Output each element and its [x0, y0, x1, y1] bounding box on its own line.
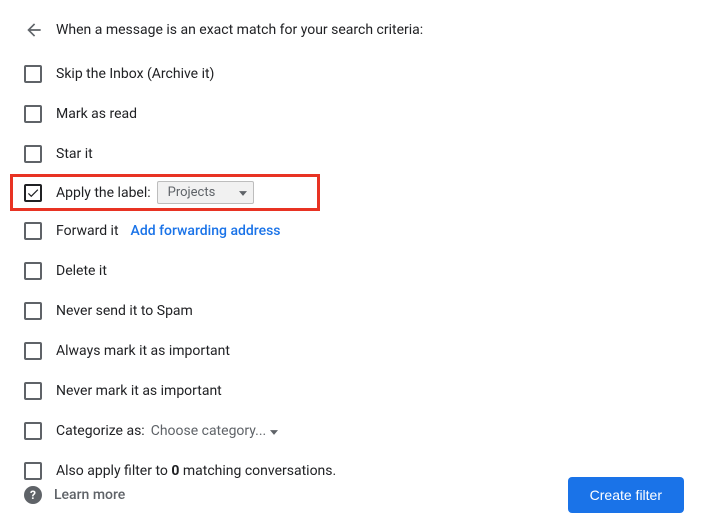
- label-delete: Delete it: [56, 263, 107, 279]
- checkbox-never-important[interactable]: [24, 382, 42, 400]
- checkbox-forward[interactable]: [24, 222, 42, 240]
- label-apply-label: Apply the label:: [56, 185, 151, 201]
- footer: ? Learn more Create filter: [24, 477, 684, 513]
- label-dropdown-value: Projects: [168, 185, 216, 200]
- option-star: Star it: [24, 134, 684, 174]
- checkbox-star[interactable]: [24, 145, 42, 163]
- header-text: When a message is an exact match for you…: [56, 22, 423, 38]
- filter-actions-panel: When a message is an exact match for you…: [0, 0, 708, 491]
- label-forward: Forward it: [56, 223, 119, 239]
- option-categorize: Categorize as: Choose category...: [24, 411, 684, 451]
- checkbox-never-spam[interactable]: [24, 302, 42, 320]
- option-delete: Delete it: [24, 251, 684, 291]
- checkbox-categorize[interactable]: [24, 422, 42, 440]
- label-mark-read: Mark as read: [56, 106, 137, 122]
- label-star: Star it: [56, 146, 93, 162]
- learn-more-link[interactable]: Learn more: [54, 487, 125, 503]
- create-filter-button[interactable]: Create filter: [568, 477, 684, 513]
- option-mark-read: Mark as read: [24, 94, 684, 134]
- header-row: When a message is an exact match for you…: [24, 20, 684, 40]
- label-never-important: Never mark it as important: [56, 383, 222, 399]
- category-dropdown-value: Choose category...: [151, 423, 267, 439]
- option-skip-inbox: Skip the Inbox (Archive it): [24, 54, 684, 94]
- caret-down-icon: [239, 185, 247, 200]
- help-icon[interactable]: ?: [24, 486, 42, 504]
- checkbox-delete[interactable]: [24, 262, 42, 280]
- highlight-apply-label: Apply the label: Projects: [10, 174, 320, 211]
- checkbox-skip-inbox[interactable]: [24, 65, 42, 83]
- caret-down-icon: [270, 423, 278, 439]
- back-arrow-icon[interactable]: [24, 20, 44, 40]
- checkbox-mark-read[interactable]: [24, 105, 42, 123]
- label-categorize: Categorize as:: [56, 423, 145, 439]
- option-always-important: Always mark it as important: [24, 331, 684, 371]
- label-dropdown[interactable]: Projects: [157, 181, 255, 204]
- add-forwarding-link[interactable]: Add forwarding address: [131, 223, 281, 239]
- label-never-spam: Never send it to Spam: [56, 303, 193, 319]
- label-skip-inbox: Skip the Inbox (Archive it): [56, 66, 214, 82]
- option-never-important: Never mark it as important: [24, 371, 684, 411]
- option-forward: Forward it Add forwarding address: [24, 211, 684, 251]
- checkbox-apply-label[interactable]: [24, 184, 42, 202]
- category-dropdown[interactable]: Choose category...: [151, 423, 279, 439]
- label-always-important: Always mark it as important: [56, 343, 230, 359]
- checkbox-always-important[interactable]: [24, 342, 42, 360]
- footer-left: ? Learn more: [24, 486, 125, 504]
- option-never-spam: Never send it to Spam: [24, 291, 684, 331]
